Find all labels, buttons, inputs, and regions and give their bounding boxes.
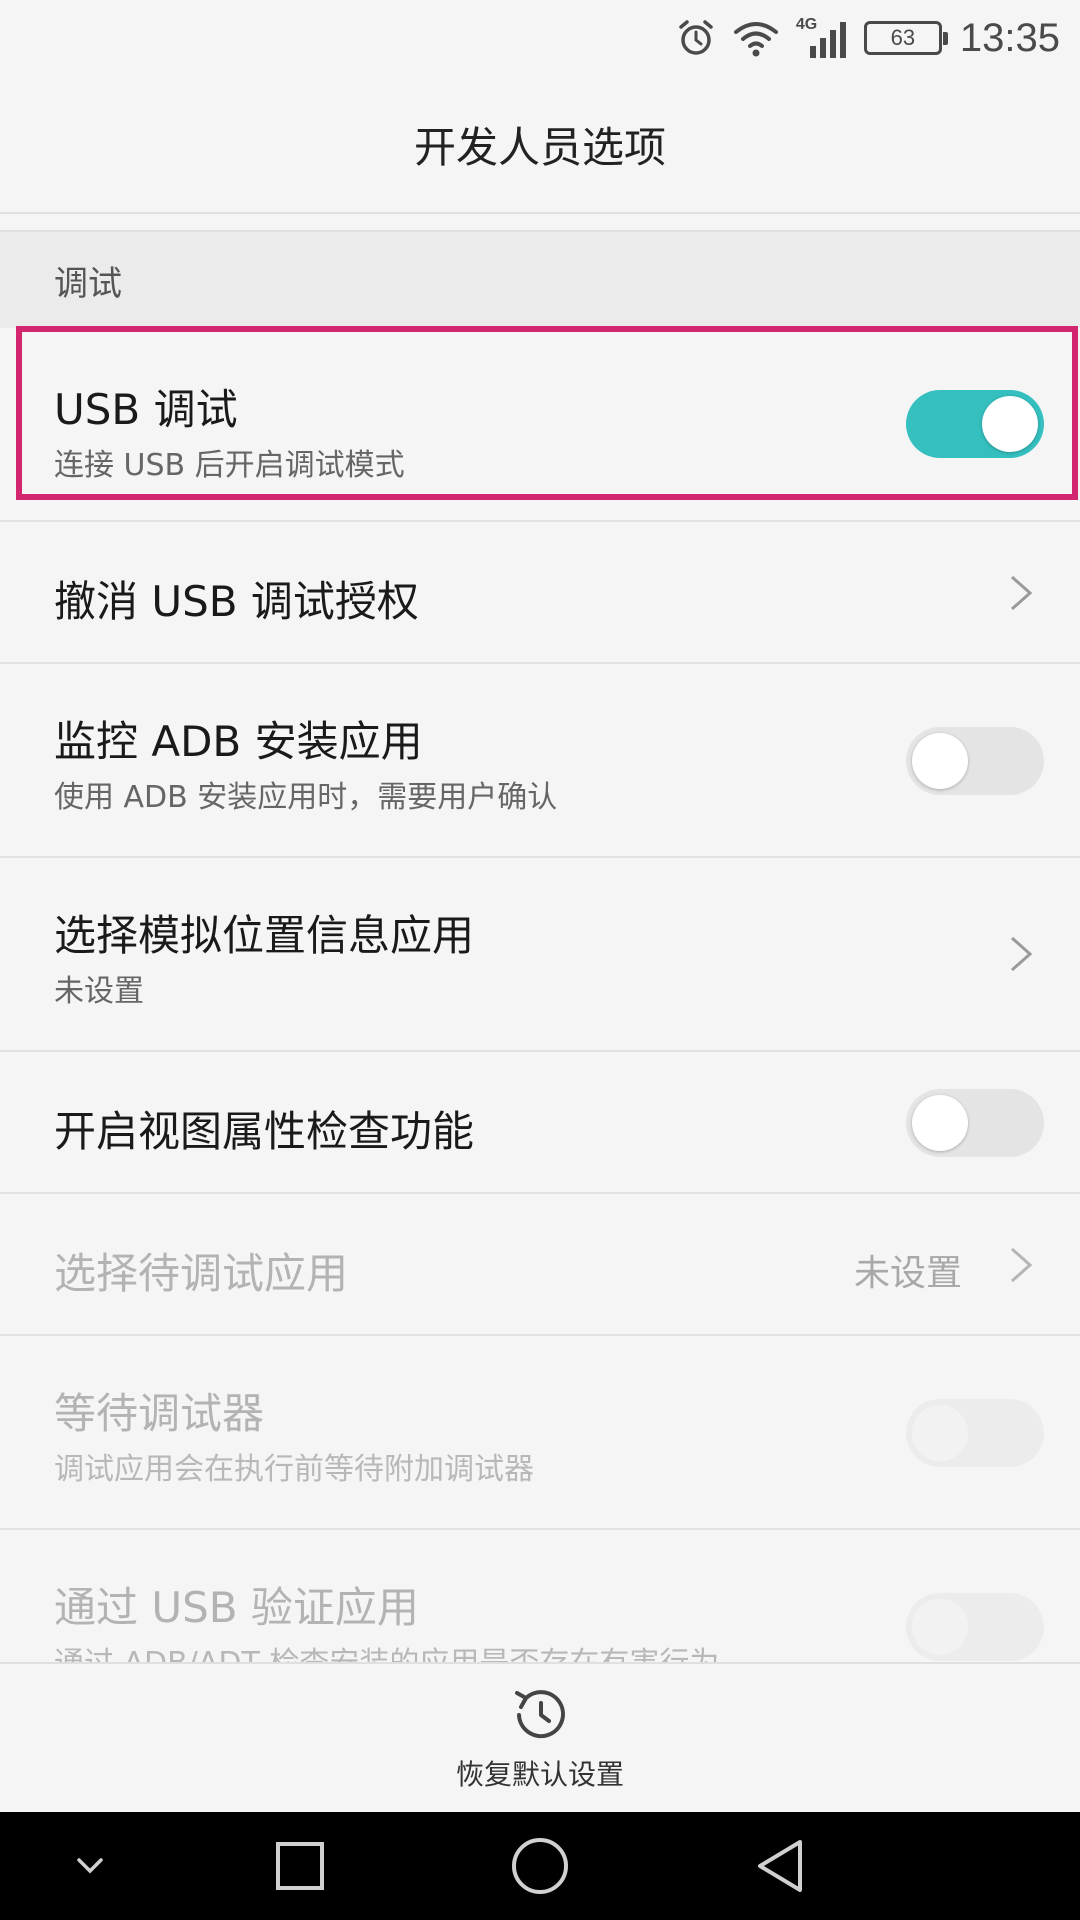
section-header: 调试 bbox=[0, 230, 1080, 328]
page-title: 开发人员选项 bbox=[413, 122, 666, 172]
row-subtitle: 连接 USB 后开启调试模式 bbox=[54, 448, 405, 483]
mock-location-app-row[interactable]: 选择模拟位置信息应用 未设置 bbox=[0, 858, 1080, 1052]
row-title: 撤消 USB 调试授权 bbox=[54, 577, 419, 626]
recents-square-icon[interactable] bbox=[250, 1812, 350, 1920]
clock: 13:35 bbox=[959, 15, 1060, 60]
row-subtitle: 使用 ADB 安装应用时，需要用户确认 bbox=[54, 780, 558, 815]
wifi-icon bbox=[732, 18, 780, 58]
alarm-icon bbox=[676, 18, 716, 58]
row-title: 选择模拟位置信息应用 bbox=[54, 911, 475, 960]
restore-defaults-label: 恢复默认设置 bbox=[455, 1758, 624, 1791]
usb-debugging-toggle[interactable] bbox=[906, 390, 1044, 458]
chevron-right-icon bbox=[1011, 1247, 1033, 1283]
verify-apps-toggle[interactable] bbox=[906, 1593, 1044, 1661]
row-subtitle: 调试应用会在执行前等待附加调试器 bbox=[54, 1452, 534, 1487]
select-debug-app-row[interactable]: 选择待调试应用 未设置 bbox=[0, 1194, 1080, 1336]
row-title: 开启视图属性检查功能 bbox=[54, 1107, 475, 1156]
chevron-right-icon bbox=[1011, 575, 1033, 611]
row-title: 通过 USB 验证应用 bbox=[54, 1583, 419, 1632]
toggle-knob bbox=[912, 1095, 968, 1151]
home-circle-icon[interactable] bbox=[490, 1812, 590, 1920]
view-attribute-toggle[interactable] bbox=[906, 1089, 1044, 1157]
toggle-knob bbox=[912, 1599, 968, 1655]
row-value: 未设置 bbox=[853, 1253, 962, 1294]
usb-debugging-row[interactable]: USB 调试 连接 USB 后开启调试模式 bbox=[0, 328, 1080, 522]
restore-history-icon bbox=[515, 1690, 565, 1739]
back-triangle-icon[interactable] bbox=[730, 1812, 830, 1920]
revoke-usb-authorization-row[interactable]: 撤消 USB 调试授权 bbox=[0, 522, 1080, 664]
row-title: 监控 ADB 安装应用 bbox=[54, 717, 423, 766]
toggle-knob bbox=[982, 396, 1038, 452]
chevron-right-icon bbox=[1011, 936, 1033, 972]
row-title: 等待调试器 bbox=[54, 1389, 265, 1438]
view-attribute-inspection-row[interactable]: 开启视图属性检查功能 bbox=[0, 1052, 1080, 1194]
title-bar: 开发人员选项 bbox=[0, 76, 1080, 214]
row-title: 选择待调试应用 bbox=[54, 1249, 349, 1298]
battery-icon: 63 bbox=[863, 21, 948, 55]
row-title: USB 调试 bbox=[54, 385, 238, 434]
wait-for-debugger-row[interactable]: 等待调试器 调试应用会在执行前等待附加调试器 bbox=[0, 1336, 1080, 1530]
toggle-knob bbox=[912, 733, 968, 789]
settings-list: USB 调试 连接 USB 后开启调试模式 撤消 USB 调试授权 监控 ADB… bbox=[0, 328, 1080, 1724]
restore-defaults-button[interactable]: 恢复默认设置 bbox=[0, 1662, 1080, 1812]
section-title: 调试 bbox=[54, 263, 122, 304]
battery-level: 63 bbox=[863, 21, 948, 55]
navigation-bar bbox=[0, 1812, 1080, 1920]
row-subtitle: 未设置 bbox=[54, 974, 144, 1009]
status-bar: 4G 63 13:35 bbox=[0, 0, 1080, 76]
collapse-down-icon[interactable] bbox=[50, 1812, 130, 1920]
monitor-adb-install-row[interactable]: 监控 ADB 安装应用 使用 ADB 安装应用时，需要用户确认 bbox=[0, 664, 1080, 858]
toggle-knob bbox=[912, 1405, 968, 1461]
monitor-adb-toggle[interactable] bbox=[906, 727, 1044, 795]
wait-for-debugger-toggle[interactable] bbox=[906, 1399, 1044, 1467]
developer-options-screen: 4G 63 13:35 开发人员选项 调试 USB 调试 连接 USB 后开启调… bbox=[0, 0, 1080, 1920]
cellular-signal-icon: 4G bbox=[796, 16, 848, 60]
